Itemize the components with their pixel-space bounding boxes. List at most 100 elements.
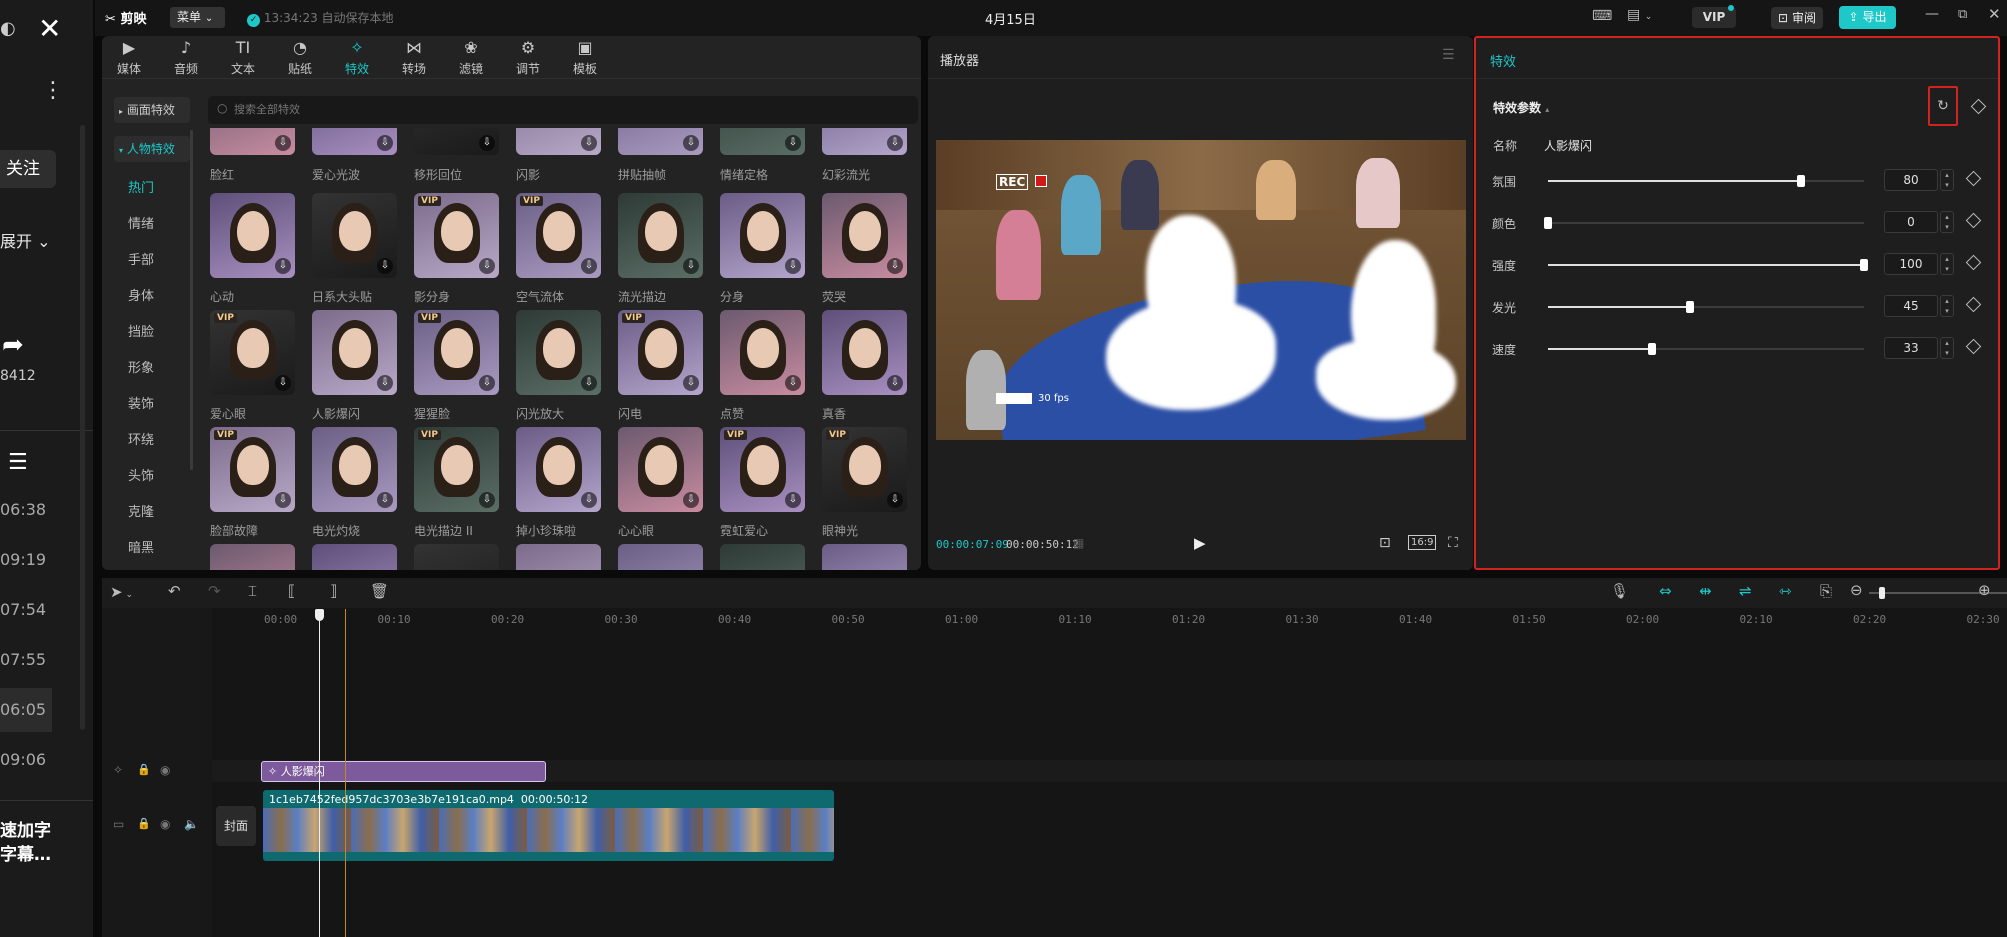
- share-icon[interactable]: ➦: [2, 330, 24, 360]
- playlist-time[interactable]: 07:54: [0, 600, 46, 619]
- effect-thumbnail[interactable]: ⇩: [822, 310, 907, 395]
- effect-thumbnail[interactable]: [618, 544, 703, 570]
- download-icon[interactable]: ⇩: [683, 492, 699, 508]
- playlist-time[interactable]: 09:19: [0, 550, 46, 569]
- download-icon[interactable]: ⇩: [887, 135, 903, 151]
- close-icon[interactable]: ✕: [1988, 5, 2001, 23]
- effect-thumbnail[interactable]: [720, 544, 805, 570]
- download-icon[interactable]: ⇩: [275, 135, 291, 151]
- category-item[interactable]: 头饰: [110, 465, 196, 484]
- eye-icon[interactable]: ◉: [160, 763, 170, 777]
- slider-knob[interactable]: [1648, 343, 1657, 355]
- param-value-input[interactable]: 33: [1884, 337, 1938, 359]
- param-value-input[interactable]: 80: [1884, 169, 1938, 191]
- download-icon[interactable]: ⇩: [683, 375, 699, 391]
- effect-thumbnail[interactable]: [414, 544, 499, 570]
- effect-thumbnail[interactable]: ⇩: [822, 128, 907, 155]
- effect-thumbnail[interactable]: [822, 544, 907, 570]
- download-icon[interactable]: ⇩: [275, 375, 291, 391]
- review-button[interactable]: ⊡ 审阅: [1771, 7, 1823, 29]
- download-icon[interactable]: ⇩: [479, 375, 495, 391]
- download-icon[interactable]: ⇩: [785, 135, 801, 151]
- zoom-in-icon[interactable]: ⊕: [1978, 581, 1991, 599]
- list-icon[interactable]: ☰: [8, 450, 28, 475]
- effect-thumbnail[interactable]: VIP ⇩: [720, 427, 805, 512]
- linkage-icon[interactable]: ⇌: [1739, 582, 1752, 600]
- toolbar-sticker[interactable]: ◔ 贴纸: [280, 38, 320, 77]
- playhead-handle[interactable]: [315, 609, 324, 621]
- audio-icon[interactable]: 🔈: [184, 817, 199, 831]
- category-item[interactable]: 挡脸: [110, 321, 196, 340]
- player-menu-icon[interactable]: ☰: [1442, 47, 1455, 63]
- screen-effects-tab[interactable]: ▸ 画面特效: [114, 97, 190, 123]
- cover-button[interactable]: 封面: [216, 806, 256, 846]
- param-value-input[interactable]: 100: [1884, 253, 1938, 275]
- playlist-time[interactable]: 07:55: [0, 650, 46, 669]
- eye-icon[interactable]: ◉: [160, 817, 170, 831]
- keyframe-icon[interactable]: [1965, 170, 1982, 187]
- download-icon[interactable]: ⇩: [785, 258, 801, 274]
- effect-thumbnail[interactable]: [516, 544, 601, 570]
- category-item[interactable]: 形象: [110, 357, 196, 376]
- download-icon[interactable]: ⇩: [377, 375, 393, 391]
- effect-thumbnail[interactable]: ⇩: [312, 193, 397, 278]
- effect-thumbnail[interactable]: ⇩: [516, 310, 601, 395]
- effect-thumbnail[interactable]: VIP ⇩: [414, 310, 499, 395]
- download-icon[interactable]: ⇩: [377, 135, 393, 151]
- mic-icon[interactable]: 🎙: [1610, 582, 1629, 600]
- scrollbar[interactable]: [80, 125, 85, 730]
- search-box[interactable]: ○: [208, 96, 918, 124]
- download-icon[interactable]: ⇩: [581, 375, 597, 391]
- category-item[interactable]: 环绕: [110, 429, 196, 448]
- toolbar-effects[interactable]: ✧ 特效: [337, 38, 377, 77]
- effect-thumbnail[interactable]: VIP ⇩: [414, 193, 499, 278]
- effect-thumbnail[interactable]: VIP ⇩: [822, 427, 907, 512]
- caption-icon[interactable]: ⎘: [1820, 582, 1832, 600]
- effect-thumbnail[interactable]: ⇩: [312, 310, 397, 395]
- keyboard-icon[interactable]: ⌨: [1592, 8, 1612, 24]
- toolbar-text[interactable]: TI 文本: [223, 38, 263, 77]
- download-icon[interactable]: ⇩: [581, 258, 597, 274]
- effect-thumbnail[interactable]: VIP ⇩: [210, 310, 295, 395]
- slider-knob[interactable]: [1796, 175, 1805, 187]
- toolbar-transition[interactable]: ⋈ 转场: [394, 38, 434, 77]
- effect-thumbnail[interactable]: ⇩: [516, 427, 601, 512]
- effect-clip[interactable]: ✧ 人影爆闪: [261, 761, 546, 782]
- effect-thumbnail[interactable]: ⇩: [516, 128, 601, 155]
- category-item[interactable]: 身体: [110, 285, 196, 304]
- restore-icon[interactable]: ⧉: [1958, 7, 1967, 22]
- download-icon[interactable]: ⇩: [887, 492, 903, 508]
- effect-thumbnail[interactable]: ⇩: [414, 128, 499, 155]
- select-tool-icon[interactable]: ➤ ⌄: [110, 583, 133, 601]
- download-icon[interactable]: ⇩: [887, 375, 903, 391]
- effect-thumbnail[interactable]: ⇩: [822, 193, 907, 278]
- download-icon[interactable]: ⇩: [785, 375, 801, 391]
- toolbar-media[interactable]: ▶ 媒体: [109, 38, 149, 77]
- effect-thumbnail[interactable]: ⇩: [618, 427, 703, 512]
- zoom-knob[interactable]: [1879, 587, 1885, 599]
- link-main-icon[interactable]: ⇔: [1659, 582, 1672, 600]
- effect-thumbnail[interactable]: VIP ⇩: [516, 193, 601, 278]
- keyframe-icon[interactable]: [1965, 212, 1982, 229]
- zoom-out-icon[interactable]: ⊖: [1850, 581, 1863, 599]
- keyframe-icon[interactable]: [1965, 338, 1982, 355]
- effect-thumbnail[interactable]: ⇩: [618, 193, 703, 278]
- category-item[interactable]: 暗黑: [110, 537, 196, 556]
- lock-icon[interactable]: 🔒: [137, 763, 151, 776]
- close-icon[interactable]: ✕: [38, 12, 61, 45]
- export-button[interactable]: ⇪ 导出: [1839, 6, 1896, 29]
- param-value-input[interactable]: 45: [1884, 295, 1938, 317]
- category-item[interactable]: 情绪: [110, 213, 196, 232]
- effect-thumbnail[interactable]: VIP ⇩: [210, 427, 295, 512]
- video-preview[interactable]: REC 30 fps: [936, 140, 1466, 440]
- toolbar-template[interactable]: ▣ 模板: [565, 38, 605, 77]
- category-item[interactable]: 热门: [110, 177, 196, 196]
- split-left-icon[interactable]: ⟦: [288, 582, 295, 600]
- video-clip[interactable]: 1c1eb7452fed957dc3703e3b7e191ca0.mp4 00:…: [263, 790, 834, 861]
- minimize-icon[interactable]: —: [1925, 6, 1939, 22]
- param-value-input[interactable]: 0: [1884, 211, 1938, 233]
- layout-icon[interactable]: ▤ ⌄: [1627, 7, 1652, 23]
- param-slider[interactable]: [1548, 301, 1864, 313]
- effect-thumbnail[interactable]: ⇩: [312, 128, 397, 155]
- toolbar-audio[interactable]: ♪ 音频: [166, 38, 206, 77]
